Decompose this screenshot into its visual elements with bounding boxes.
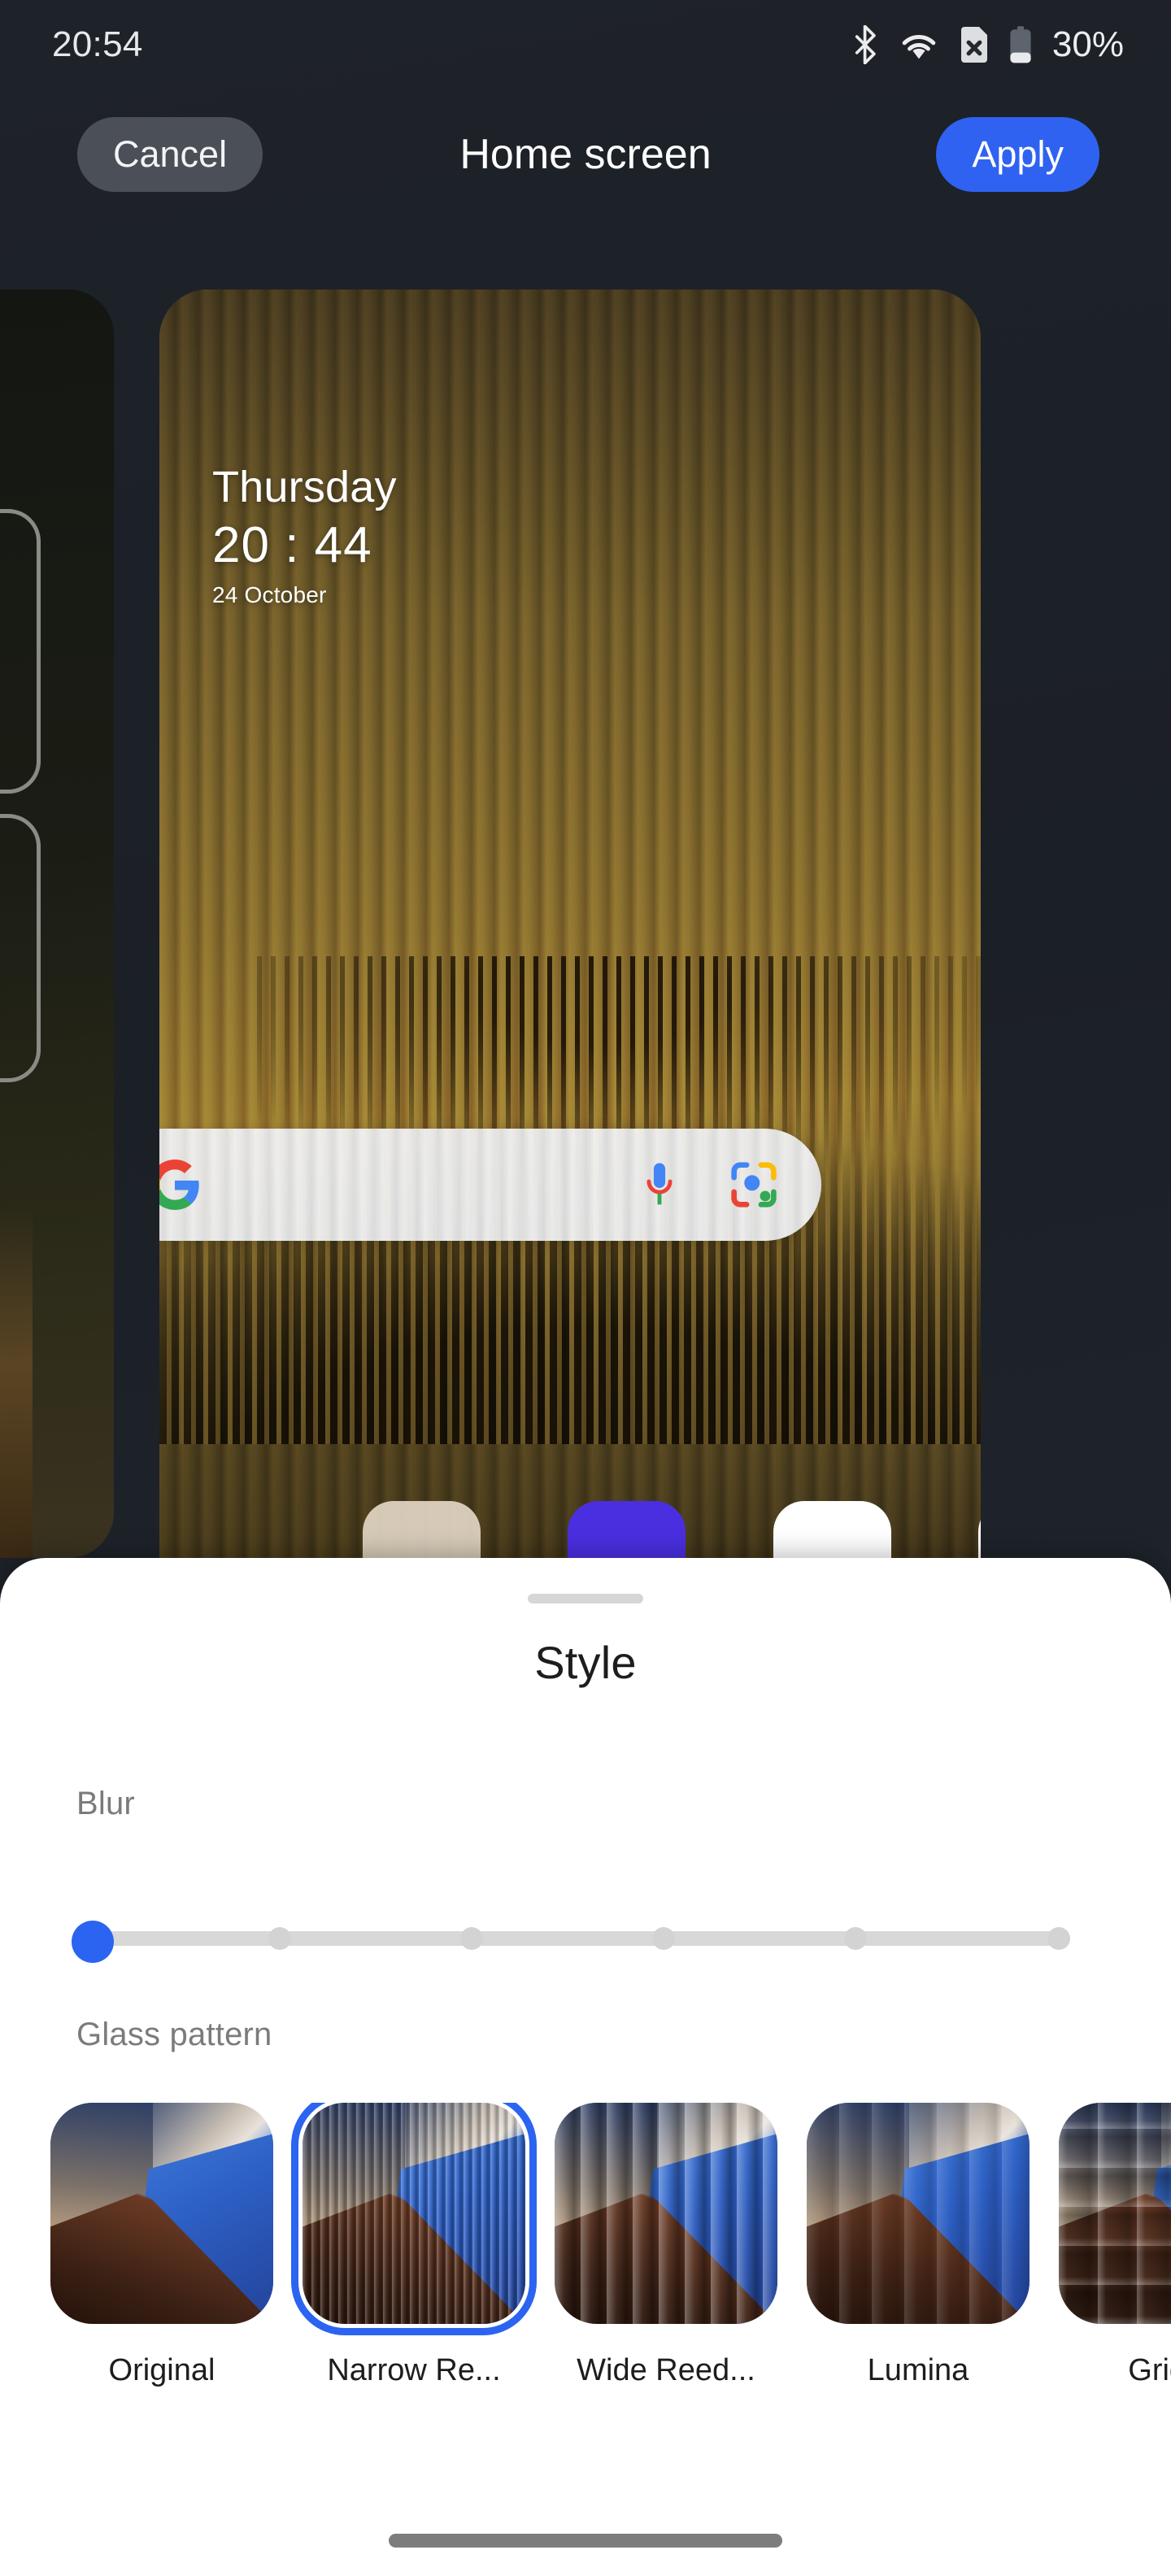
blur-slider[interactable] xyxy=(72,1921,1070,1963)
preview-widget-outline xyxy=(0,814,41,1082)
google-search-bar[interactable] xyxy=(159,1129,821,1241)
status-bar-icons: 30% xyxy=(852,24,1124,65)
previous-preview-card[interactable] xyxy=(0,289,114,1558)
clock-widget-day: Thursday xyxy=(212,463,397,511)
cancel-button[interactable]: Cancel xyxy=(77,117,263,192)
google-lens-icon[interactable] xyxy=(729,1160,779,1210)
blur-slider-track[interactable] xyxy=(76,1931,1070,1946)
blur-slider-thumb[interactable] xyxy=(72,1921,114,1963)
clock-widget[interactable]: Thursday 20 : 44 24 October xyxy=(212,464,397,609)
sheet-title: Style xyxy=(534,1637,637,1688)
search-bar-glass-overlay xyxy=(159,1129,821,1241)
blur-section-label: Blur xyxy=(76,1786,135,1821)
glass-pattern-thumbnail xyxy=(1059,2103,1171,2324)
glass-pattern-thumbnail xyxy=(50,2103,273,2324)
phone-screen: 20:54 30% Cancel Home screen Apply Thurs… xyxy=(0,0,1171,2576)
blur-slider-tick xyxy=(268,1927,291,1950)
glass-pattern-option-grid[interactable]: Grid... xyxy=(1059,2103,1171,2444)
clock-widget-date: 24 October xyxy=(212,582,327,608)
glass-pattern-section-label: Glass pattern xyxy=(76,2017,272,2052)
page-title: Home screen xyxy=(459,131,712,178)
glass-pattern-label: Lumina xyxy=(867,2353,969,2387)
glass-pattern-thumbnail xyxy=(555,2103,777,2324)
blur-slider-tick xyxy=(1047,1927,1070,1950)
wallpaper-preview-carousel[interactable]: Thursday 20 : 44 24 October xyxy=(0,289,1171,1607)
glass-pattern-label: Narrow Re... xyxy=(327,2353,501,2387)
glass-pattern-label: Wide Reed... xyxy=(577,2353,755,2387)
preview-card-gradient xyxy=(0,1208,33,1558)
status-bar: 20:54 30% xyxy=(0,0,1171,89)
glass-pattern-label: Original xyxy=(108,2353,215,2387)
glass-pattern-option-original[interactable]: Original xyxy=(50,2103,273,2444)
sim-card-off-icon xyxy=(960,27,987,63)
apply-button[interactable]: Apply xyxy=(936,117,1099,192)
blur-slider-tick xyxy=(460,1927,483,1950)
blur-slider-tick xyxy=(844,1927,867,1950)
glass-pattern-label: Grid... xyxy=(1128,2353,1171,2387)
clock-widget-time: 20 : 44 xyxy=(212,516,372,573)
glass-pattern-option-wide-reed[interactable]: Wide Reed... xyxy=(555,2103,777,2444)
google-g-icon[interactable] xyxy=(159,1160,200,1210)
microphone-icon[interactable] xyxy=(638,1160,681,1210)
blur-slider-tick xyxy=(652,1927,675,1950)
battery-icon xyxy=(1010,26,1031,63)
status-bar-clock: 20:54 xyxy=(52,24,143,64)
top-action-bar: Cancel Home screen Apply xyxy=(0,106,1171,203)
bluetooth-icon xyxy=(855,25,876,64)
home-screen-preview-card[interactable]: Thursday 20 : 44 24 October xyxy=(159,289,981,1607)
glass-pattern-option-lumina[interactable]: Lumina xyxy=(807,2103,1030,2444)
glass-pattern-thumbnail xyxy=(807,2103,1030,2324)
preview-widget-outline xyxy=(0,509,41,794)
wifi-icon xyxy=(902,34,936,59)
glass-pattern-option-narrow-reed[interactable]: Narrow Re... xyxy=(291,2103,537,2444)
battery-percent-label: 30% xyxy=(1051,24,1124,64)
sheet-drag-handle[interactable] xyxy=(528,1594,643,1603)
home-gesture-pill[interactable] xyxy=(389,2533,782,2548)
navigation-bar xyxy=(0,2504,1171,2576)
glass-pattern-list[interactable]: Original Narrow Re... Wide Reed... Lumin… xyxy=(0,2103,1171,2444)
glass-pattern-thumbnail xyxy=(291,2103,537,2335)
